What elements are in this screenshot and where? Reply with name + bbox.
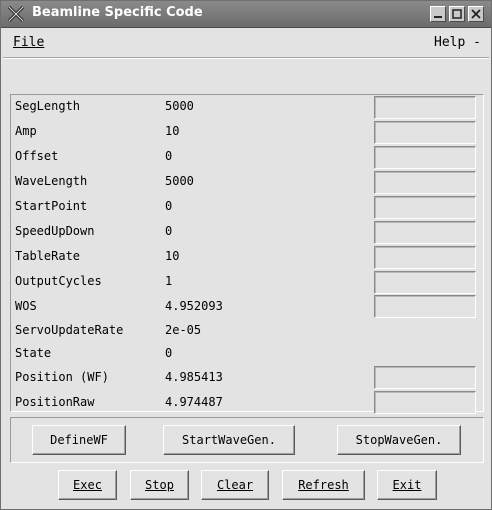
close-icon [471,9,481,19]
file-menu-label: File [13,35,45,50]
exit-button[interactable]: Exit [377,470,437,500]
param-label-wavelength: WaveLength [15,174,88,188]
startpoint-input[interactable] [374,196,476,219]
exit-label: Exit [392,478,422,492]
param-value-position-wf: 4.985413 [165,370,223,384]
stop-wavegen-button[interactable]: StopWaveGen. [337,425,461,455]
wavelength-input[interactable] [374,171,476,194]
speedupdown-input[interactable] [374,221,476,244]
param-value-wos: 4.952093 [165,299,223,313]
param-label-seglength: SegLength [15,99,81,113]
param-value-startpoint: 0 [165,199,173,213]
clear-button[interactable]: Clear [201,470,269,500]
positionraw-input[interactable] [374,391,476,414]
amp-input[interactable] [374,121,476,144]
exec-button[interactable]: Exec [58,470,117,500]
param-value-servoupdaterate: 2e-05 [165,323,202,337]
refresh-button[interactable]: Refresh [282,470,365,500]
param-label-state: State [15,346,52,360]
param-label-positionraw: PositionRaw [15,395,95,409]
param-label-tablerate: TableRate [15,249,81,263]
menu-bar: File Help - [3,30,489,58]
position-wf-input[interactable] [374,366,476,389]
param-value-tablerate: 10 [165,249,180,263]
param-label-speedupdown: SpeedUpDown [15,224,95,238]
param-value-amp: 10 [165,124,180,138]
stop-label: Stop [145,478,174,492]
title-bar[interactable]: Beamline Specific Code [1,1,491,28]
maximize-button[interactable] [449,6,465,22]
param-label-wos: WOS [15,299,37,313]
main-window: Beamline Specific Code File Help - SegLe… [0,0,492,510]
outputcycles-input[interactable] [374,271,476,294]
minimize-icon [434,16,442,18]
param-value-outputcycles: 1 [165,274,173,288]
param-value-speedupdown: 0 [165,224,173,238]
param-label-position-wf: Position (WF) [15,370,109,384]
exec-label: Exec [73,478,102,492]
param-label-outputcycles: OutputCycles [15,274,102,288]
minimize-button[interactable] [430,6,446,22]
stop-button[interactable]: Stop [130,470,189,500]
close-button[interactable] [468,6,484,22]
help-menu-label: Help [434,35,466,50]
param-label-startpoint: StartPoint [15,199,88,213]
offset-input[interactable] [374,146,476,169]
window-title: Beamline Specific Code [32,5,203,20]
param-label-amp: Amp [15,124,37,138]
param-value-positionraw: 4.974487 [165,395,223,409]
param-value-wavelength: 5000 [165,174,194,188]
refresh-label: Refresh [298,478,349,492]
file-menu[interactable]: File [13,35,44,50]
tablerate-input[interactable] [374,246,476,269]
clear-label: Clear [216,478,254,492]
maximize-icon [452,9,462,19]
start-wavegen-button[interactable]: StartWaveGen. [163,425,295,455]
param-label-servoupdaterate: ServoUpdateRate [15,323,124,337]
param-value-state: 0 [165,346,173,360]
seglength-input[interactable] [374,96,476,119]
param-value-offset: 0 [165,149,173,163]
x-window-icon [7,5,25,23]
param-value-seglength: 5000 [165,99,194,113]
param-label-offset: Offset [15,149,59,163]
wos-input[interactable] [374,295,476,318]
define-wf-button[interactable]: DefineWF [32,425,126,455]
help-menu[interactable]: Help - [434,35,481,50]
